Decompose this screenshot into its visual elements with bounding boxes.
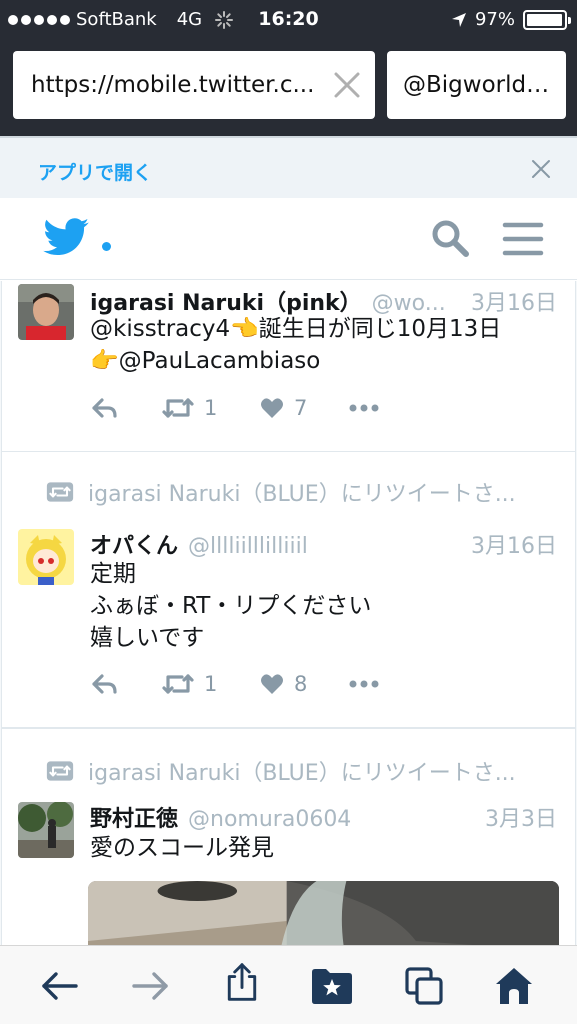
username[interactable]: @lllliilllilliiil xyxy=(188,534,461,559)
tabs-icon[interactable] xyxy=(404,966,444,1006)
reply-icon[interactable] xyxy=(92,398,118,420)
status-right: 97% xyxy=(451,9,571,30)
like-action[interactable]: 7 xyxy=(260,396,307,420)
back-arrow-icon[interactable] xyxy=(40,966,80,1006)
retweet-icon xyxy=(162,674,194,694)
url-text: https://mobile.twitter.c... xyxy=(31,72,315,98)
display-name[interactable]: オパくん xyxy=(90,528,178,560)
tweet-text-line: 愛のスコール発見 xyxy=(90,835,274,861)
avatar[interactable] xyxy=(18,802,74,858)
location-arrow-icon xyxy=(451,12,466,27)
tweet-text-line: 👉@PauLacambiaso xyxy=(90,348,321,374)
browser-chrome: SoftBank 4G 16:20 97% https://mobile.twi… xyxy=(0,0,577,136)
browser-toolbar xyxy=(0,945,577,1024)
reply-icon[interactable] xyxy=(92,674,118,696)
battery-percentage: 97% xyxy=(474,9,515,30)
retweet-context-label: igarasi Naruki（BLUE）にリツイートさ... xyxy=(88,482,516,507)
like-count: 7 xyxy=(294,396,308,420)
tweet-header: オパくん @lllliilllilliiil 3月16日 xyxy=(90,528,557,560)
tweet-text: 定期 ふぁぼ・RT・リプください 嬉しいです xyxy=(90,558,557,654)
search-icon[interactable] xyxy=(430,218,470,258)
address-bar[interactable]: https://mobile.twitter.c... xyxy=(13,51,375,119)
heart-icon xyxy=(261,674,283,694)
tweet-card[interactable]: igarasi Naruki（BLUE）にリツイートさ... 野村正徳 @nom… xyxy=(1,728,576,945)
timestamp[interactable]: 3月16日 xyxy=(471,528,557,560)
second-box-text: @Bigworld0... xyxy=(403,72,553,98)
retweet-action[interactable]: 1 xyxy=(162,672,217,696)
retweet-count: 1 xyxy=(204,672,218,696)
tweet-card[interactable]: igarasi Naruki（BLUE）にリツイートさ... オパくん @lll… xyxy=(1,452,576,728)
tweet-photo[interactable] xyxy=(88,881,559,945)
tweet-header: 野村正徳 @nomura0604 3月3日 xyxy=(90,801,557,833)
more-options-icon[interactable] xyxy=(349,404,379,412)
bookmarks-icon[interactable] xyxy=(310,966,354,1006)
twitter-header xyxy=(0,198,577,280)
timestamp[interactable]: 3月3日 xyxy=(485,801,557,833)
username[interactable]: @nomura0604 xyxy=(188,807,475,832)
forward-arrow-icon[interactable] xyxy=(130,966,170,1006)
retweet-context-icon xyxy=(46,482,74,502)
second-search-box[interactable]: @Bigworld0... xyxy=(387,51,566,119)
like-action[interactable]: 8 xyxy=(260,672,307,696)
avatar[interactable] xyxy=(18,529,74,585)
battery-icon xyxy=(523,9,571,30)
retweet-count: 1 xyxy=(204,396,218,420)
display-name[interactable]: 野村正徳 xyxy=(90,801,178,833)
retweet-action[interactable]: 1 xyxy=(162,396,217,420)
tweet-text-line: @kisstracy4👈誕生日が同じ10月13日 xyxy=(90,316,502,342)
hamburger-menu-icon[interactable] xyxy=(502,221,544,257)
retweet-context-label: igarasi Naruki（BLUE）にリツイートさ... xyxy=(88,761,516,786)
close-banner-icon[interactable] xyxy=(531,159,551,179)
twitter-bird-icon[interactable] xyxy=(43,218,89,256)
avatar[interactable] xyxy=(18,284,74,340)
heart-icon xyxy=(261,398,283,418)
retweet-context: igarasi Naruki（BLUE）にリツイートさ... xyxy=(46,476,558,508)
status-bar: SoftBank 4G 16:20 97% xyxy=(0,0,577,38)
notification-dot xyxy=(102,242,111,251)
tweet-text-line: 定期 xyxy=(90,561,136,587)
retweet-context-icon xyxy=(46,761,74,781)
clear-url-icon[interactable] xyxy=(333,71,361,99)
open-in-app-link[interactable]: アプリで開く xyxy=(38,158,152,185)
tweet-text-line: 嬉しいです xyxy=(90,625,205,651)
tweet-text: @kisstracy4👈誕生日が同じ10月13日 👉@PauLacambiaso xyxy=(90,313,557,377)
like-count: 8 xyxy=(294,672,308,696)
home-icon[interactable] xyxy=(494,966,534,1006)
tweet-text-line: ふぁぼ・RT・リプください xyxy=(90,593,372,619)
tweet-card[interactable]: igarasi Naruki（pink） @wo... 3月16日 @kisst… xyxy=(1,281,576,452)
open-in-app-banner: アプリで開く xyxy=(0,136,577,198)
timeline: igarasi Naruki（pink） @wo... 3月16日 @kisst… xyxy=(0,281,577,945)
share-icon[interactable] xyxy=(222,962,262,1002)
more-options-icon[interactable] xyxy=(349,680,379,688)
retweet-context: igarasi Naruki（BLUE）にリツイートさ... xyxy=(46,755,558,787)
tweet-text: 愛のスコール発見 xyxy=(90,832,557,864)
retweet-icon xyxy=(162,398,194,418)
